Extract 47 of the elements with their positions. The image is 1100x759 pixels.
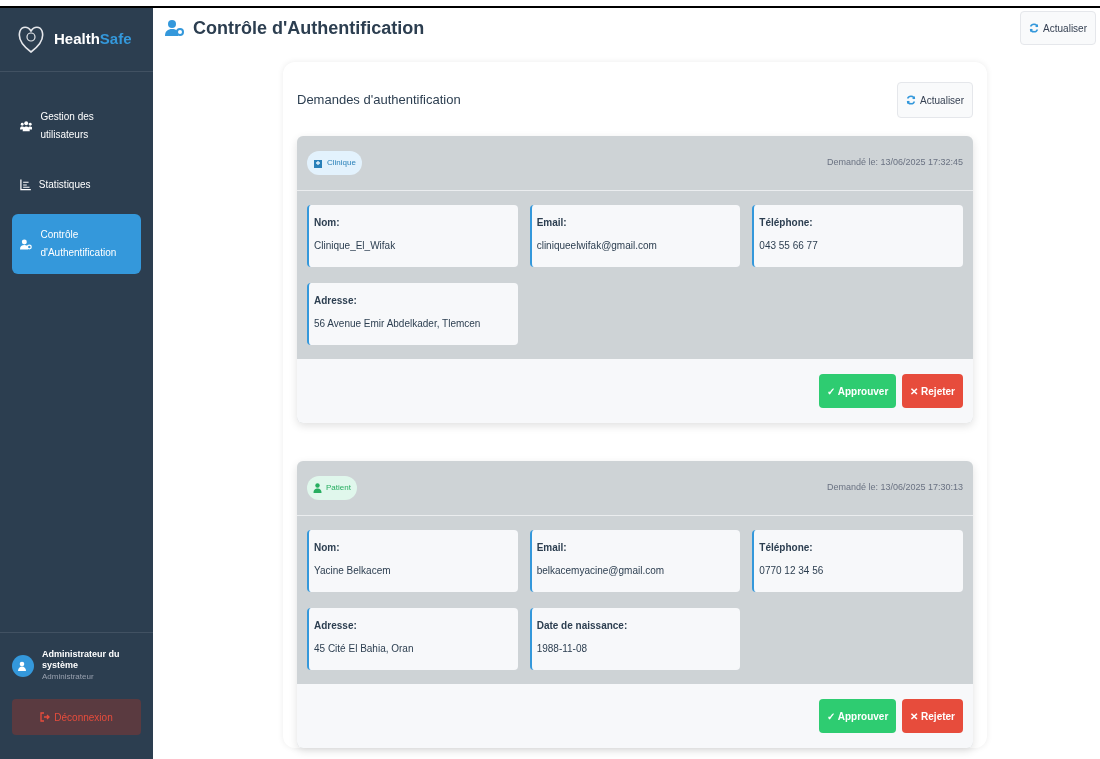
nav-item[interactable]: Gestion des utilisateurs [12,96,141,156]
nav-item[interactable]: Statistiques [12,164,141,206]
nav-item[interactable]: Contrôle d'Authentification [12,214,141,274]
field-value: 45 Cité El Bahia, Oran [314,642,415,656]
field-value: 1988-11-08 [536,642,589,656]
avatar-icon [12,654,34,677]
user-shield-icon [20,237,33,251]
request-date: Demandé le: 13/06/2025 17:32:45 [826,156,963,170]
field-value: 0770 12 34 56 [759,564,825,578]
field-label: Téléphone: [759,541,814,555]
logout-icon [40,712,51,722]
user-icon [313,483,322,493]
field-label: Téléphone: [759,216,814,230]
field-label: Email: [536,216,568,230]
hospital-icon [313,158,323,168]
type-badge: Clinique [307,151,362,175]
refresh-button[interactable]: Actualiser [897,82,973,118]
user-shield-icon [165,19,185,37]
reject-button[interactable]: ✕ Rejeter [902,374,963,408]
field-label: Email: [536,541,568,555]
reject-button[interactable]: ✕ Rejeter [902,699,963,733]
field-label: Date de naissance: [536,619,629,633]
users-icon [20,120,33,132]
field-value: Clinique_El_Wifak [314,239,397,253]
brand-name: HealthSafe [54,29,132,50]
field-value: belkacemyacine@gmail.com [536,564,666,578]
refresh-icon [906,95,917,105]
field-value: 043 55 66 77 [759,239,819,253]
user-name: Administrateur du système [42,648,121,671]
chart-icon [20,179,31,191]
field-label: Nom: [314,216,341,230]
field-label: Nom: [314,541,341,555]
page-title: Contrôle d'Authentification [193,16,425,40]
logout-button[interactable]: Déconnexion [12,699,141,735]
refresh-icon [1029,23,1040,33]
field-label: Adresse: [314,294,358,308]
refresh-button[interactable]: Actualiser [1020,11,1096,45]
field-value: cliniqueelwifak@gmail.com [536,239,658,253]
approve-button[interactable]: ✓ Approuver [819,699,897,733]
user-role: Administrateur [42,671,95,683]
field-label: Adresse: [314,619,358,633]
panel-title: Demandes d'authentification [297,91,461,110]
field-value: Yacine Belkacem [314,564,392,578]
approve-button[interactable]: ✓ Approuver [819,374,897,408]
field-value: 56 Avenue Emir Abdelkader, Tlemcen [314,317,482,331]
type-badge: Patient [307,476,357,500]
request-date: Demandé le: 13/06/2025 17:30:13 [826,481,963,495]
